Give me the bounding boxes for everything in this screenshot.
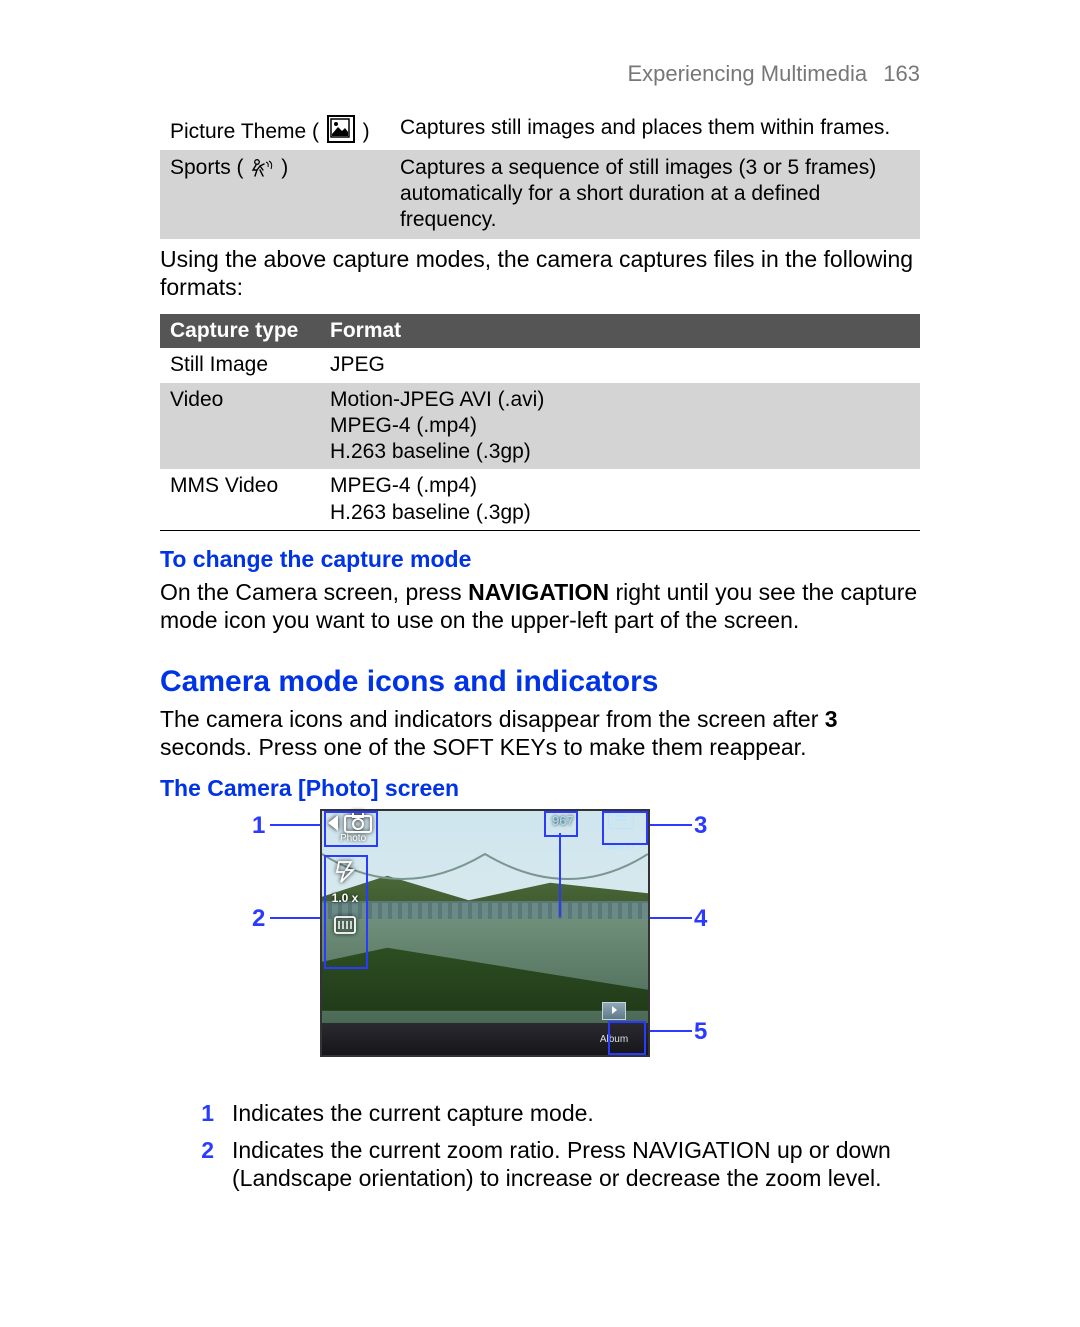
callout-descriptions: 1 Indicates the current capture mode. 2 … — [160, 1099, 920, 1193]
item-text: Indicates the current zoom ratio. Press … — [232, 1136, 920, 1194]
running-head: Experiencing Multimedia 163 — [160, 60, 920, 88]
camera-preview: Album Photo 967 Menu 1.0 x — [320, 809, 650, 1057]
section-name: Experiencing Multimedia — [627, 61, 867, 86]
icons-paragraph: The camera icons and indicators disappea… — [160, 705, 920, 763]
callout-number: 3 — [694, 811, 707, 841]
format-table: Capture type Format Still Image JPEG Vid… — [160, 314, 920, 531]
callout-number: 5 — [694, 1017, 707, 1047]
callout-line — [646, 824, 692, 826]
callout-number: 2 — [252, 904, 265, 934]
list-item: 1 Indicates the current capture mode. — [160, 1099, 920, 1128]
table-row: Video Motion-JPEG AVI (.avi) MPEG-4 (.mp… — [160, 383, 920, 470]
heading-change-mode: To change the capture mode — [160, 545, 920, 574]
heading-photo-screen: The Camera [Photo] screen — [160, 774, 920, 803]
cell-type: Video — [160, 383, 320, 470]
cell-format: JPEG — [320, 348, 920, 382]
callout-number: 1 — [252, 811, 265, 841]
text-bold: NAVIGATION — [468, 579, 609, 605]
page-body: Experiencing Multimedia 163 Picture Them… — [0, 0, 1080, 1193]
col-header: Capture type — [160, 314, 320, 348]
cell-type: Still Image — [160, 348, 320, 382]
sports-icon — [249, 158, 275, 178]
mode-label: Picture Theme — [170, 120, 306, 143]
page-number: 163 — [883, 61, 920, 86]
callout-number: 4 — [694, 904, 707, 934]
cell-type: MMS Video — [160, 469, 320, 530]
list-item: 2 Indicates the current zoom ratio. Pres… — [160, 1136, 920, 1194]
table-row: Still Image JPEG — [160, 348, 920, 382]
table-row: Picture Theme ( ) Captures still images … — [160, 110, 920, 150]
picture-theme-icon — [327, 115, 355, 143]
intro-paragraph: Using the above capture modes, the camer… — [160, 245, 920, 303]
item-number: 2 — [192, 1136, 214, 1194]
camera-screenshot-figure: 1 2 3 4 5 Album — [160, 809, 920, 1069]
text: seconds. Press one of the SOFT KEYs to m… — [160, 734, 806, 760]
col-header: Format — [320, 314, 920, 348]
screenshot-border — [320, 809, 650, 1057]
table-row: Sports ( ) Captures a sequence of still … — [160, 150, 920, 239]
text-bold: 3 — [825, 706, 838, 732]
capture-modes-table: Picture Theme ( ) Captures still images … — [160, 110, 920, 239]
item-number: 1 — [192, 1099, 214, 1128]
cell-format: MPEG-4 (.mp4) H.263 baseline (.3gp) — [320, 469, 920, 530]
table-header-row: Capture type Format — [160, 314, 920, 348]
item-text: Indicates the current capture mode. — [232, 1099, 920, 1128]
text: On the Camera screen, press — [160, 579, 468, 605]
mode-desc: Captures a sequence of still images (3 o… — [390, 150, 920, 239]
cell-format: Motion-JPEG AVI (.avi) MPEG-4 (.mp4) H.2… — [320, 383, 920, 470]
text: The camera icons and indicators disappea… — [160, 706, 825, 732]
mode-label: Sports — [170, 156, 231, 179]
mode-desc: Captures still images and places them wi… — [390, 110, 920, 150]
table-row: MMS Video MPEG-4 (.mp4) H.263 baseline (… — [160, 469, 920, 530]
heading-camera-icons: Camera mode icons and indicators — [160, 663, 920, 701]
change-mode-paragraph: On the Camera screen, press NAVIGATION r… — [160, 578, 920, 636]
